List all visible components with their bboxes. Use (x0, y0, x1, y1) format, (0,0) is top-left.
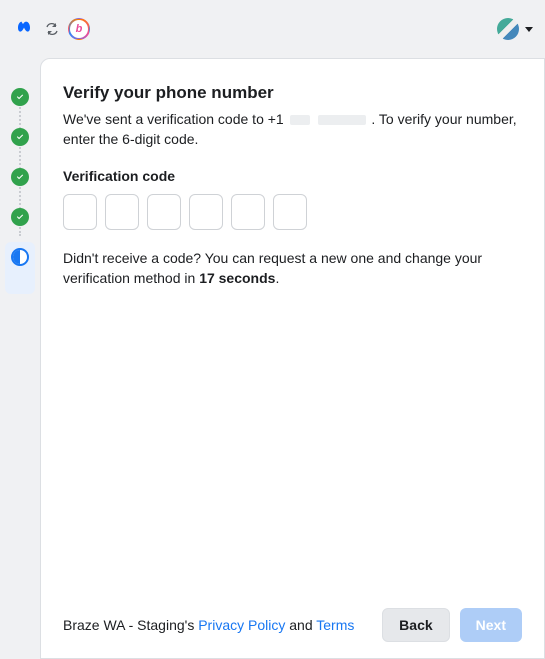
step-3 (11, 168, 29, 186)
meta-logo-icon (12, 15, 36, 44)
help-post: . (275, 270, 279, 286)
step-1 (11, 88, 29, 106)
step-5-wrap (5, 242, 35, 294)
code-digit-4[interactable] (189, 194, 223, 230)
terms-link[interactable]: Terms (316, 617, 354, 633)
account-menu[interactable] (497, 18, 533, 40)
legal-text: Braze WA - Staging's Privacy Policy and … (63, 617, 354, 633)
legal-joiner: and (285, 617, 316, 633)
code-digit-1[interactable] (63, 194, 97, 230)
footer-buttons: Back Next (382, 608, 522, 642)
legal-prefix: Braze WA - Staging's (63, 617, 198, 633)
verification-code-label: Verification code (63, 168, 522, 184)
partner-logo-initial: b (70, 20, 88, 38)
main-panel: Verify your phone number We've sent a ve… (40, 58, 545, 659)
footer: Braze WA - Staging's Privacy Policy and … (63, 596, 522, 642)
privacy-policy-link[interactable]: Privacy Policy (198, 617, 285, 633)
resend-help-text: Didn't receive a code? You can request a… (63, 248, 522, 289)
subtitle-pre: We've sent a verification code to +1 (63, 111, 288, 127)
redacted-phone-part-2 (318, 115, 366, 125)
back-button[interactable]: Back (382, 608, 449, 642)
step-2 (11, 128, 29, 146)
avatar (497, 18, 519, 40)
sync-icon (44, 21, 60, 37)
page-title: Verify your phone number (63, 83, 522, 103)
chevron-down-icon (525, 27, 533, 32)
code-digit-5[interactable] (231, 194, 265, 230)
help-countdown: 17 seconds (199, 270, 275, 286)
step-5 (11, 248, 29, 266)
code-digit-6[interactable] (273, 194, 307, 230)
header: b (0, 0, 545, 58)
progress-stepper (0, 58, 40, 659)
verification-code-inputs (63, 194, 522, 230)
redacted-phone-part-1 (290, 115, 310, 125)
body: Verify your phone number We've sent a ve… (0, 58, 545, 659)
partner-logo-icon: b (68, 18, 90, 40)
code-digit-2[interactable] (105, 194, 139, 230)
next-button[interactable]: Next (460, 608, 522, 642)
header-left: b (12, 15, 90, 44)
step-4 (11, 208, 29, 226)
code-digit-3[interactable] (147, 194, 181, 230)
page-subtitle: We've sent a verification code to +1 . T… (63, 109, 522, 150)
